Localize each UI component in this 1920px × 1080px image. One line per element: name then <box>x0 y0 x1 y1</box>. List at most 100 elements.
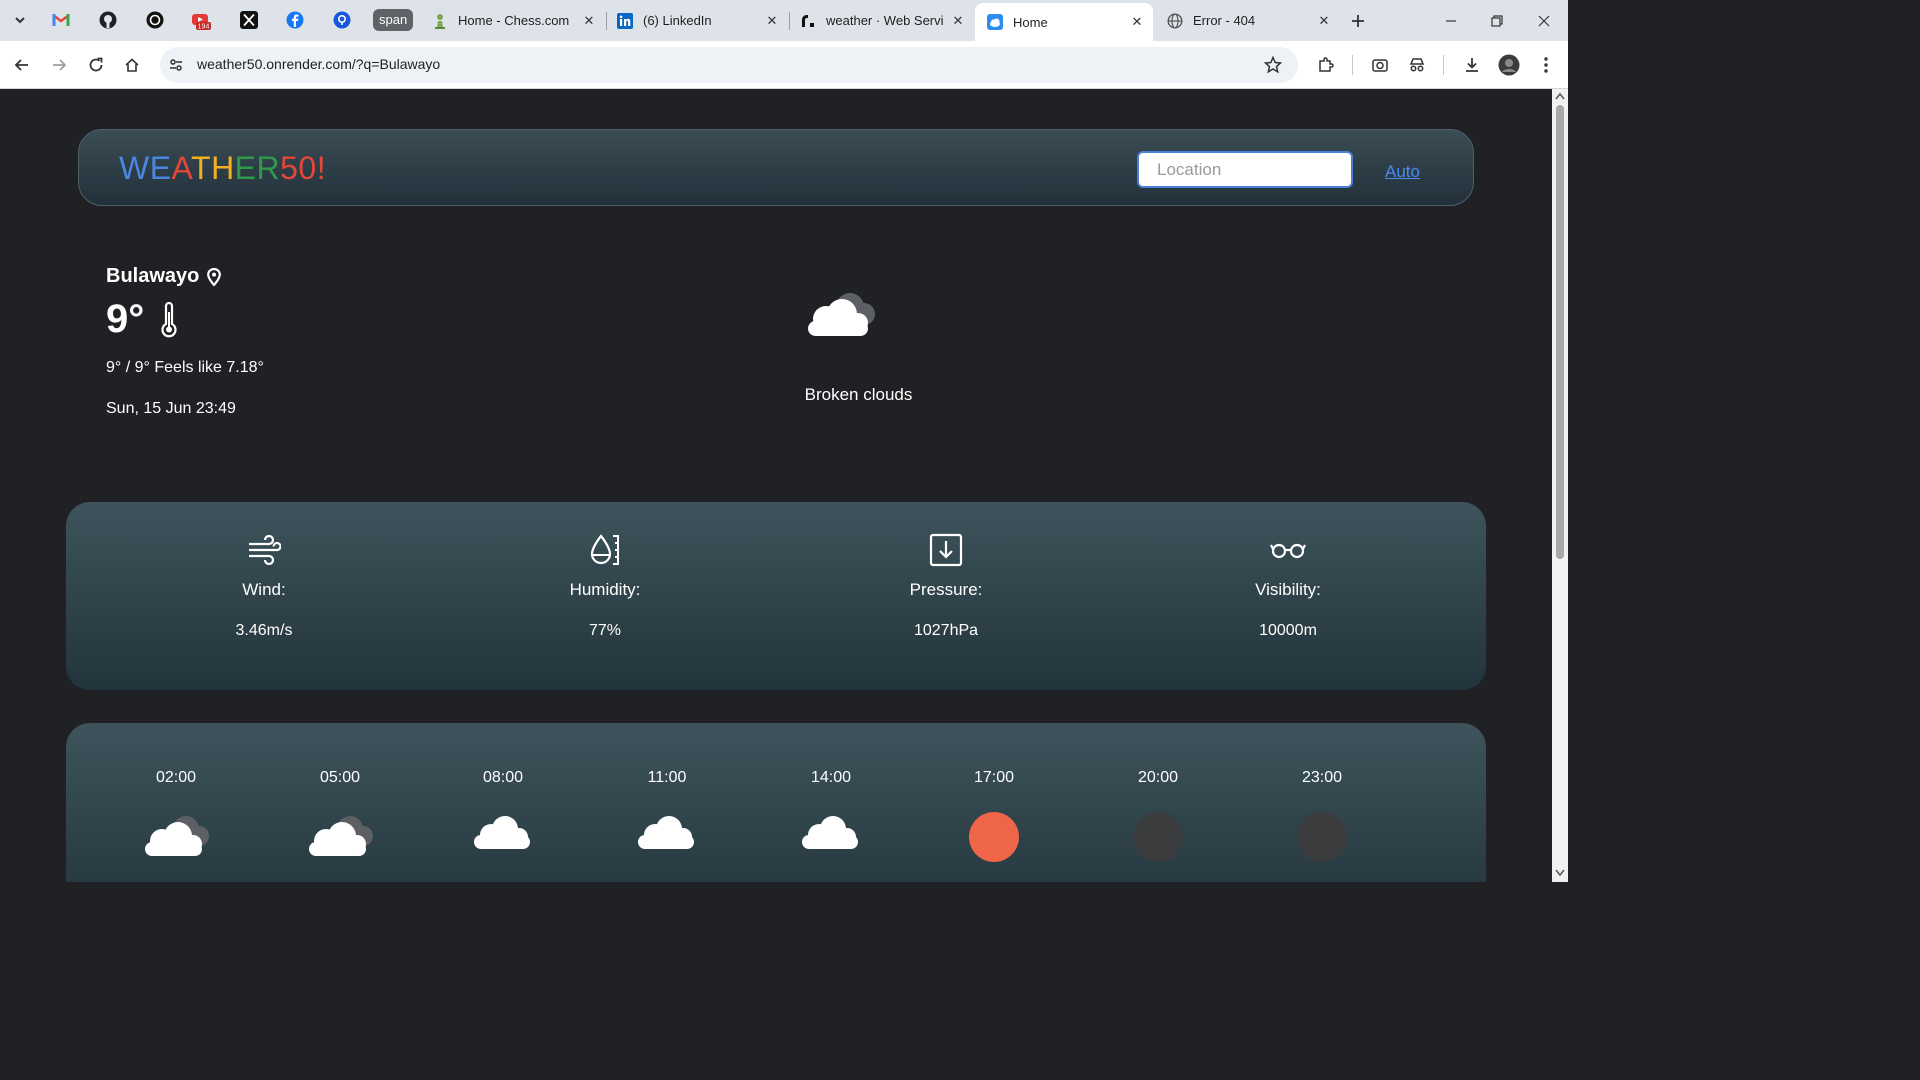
reload-icon <box>89 57 103 72</box>
hour-time: 14:00 <box>810 769 852 786</box>
hour-time: 02:00 <box>155 769 197 786</box>
moon-icon <box>1272 811 1372 871</box>
stat-value: 10000m <box>1259 622 1317 639</box>
close-icon[interactable]: ✕ <box>950 13 966 29</box>
cloud-icon <box>781 811 881 871</box>
pinned-tab-x[interactable] <box>238 9 260 31</box>
url-text: weather50.onrender.com/?q=Bulawayo <box>197 56 441 72</box>
city-row: Bulawayo <box>106 265 222 288</box>
arrow-right-icon <box>53 59 67 71</box>
restore-button[interactable] <box>1474 0 1520 41</box>
logo-letter: E <box>234 150 257 186</box>
stat-pressure: Pressure: 1027hPa <box>846 532 1046 640</box>
scroll-down-icon[interactable] <box>1555 869 1565 877</box>
hour-time: 17:00 <box>973 769 1015 786</box>
stat-humidity: Humidity: 77% <box>505 532 705 640</box>
incognito-icon <box>1409 58 1425 72</box>
pinned-tab-github[interactable] <box>97 9 119 31</box>
visibility-icon <box>1188 532 1388 568</box>
hour-item: 20:00 <box>1108 769 1208 871</box>
hour-time: 08:00 <box>482 769 524 786</box>
tab-title: (6) LinkedIn <box>643 13 712 28</box>
logo-letter: R <box>256 150 281 186</box>
pinned-tab-maps[interactable] <box>331 9 353 31</box>
tab-title: weather · Web Servi <box>826 13 944 28</box>
hour-time: 20:00 <box>1137 769 1179 786</box>
tab-title: Error - 404 <box>1193 13 1256 28</box>
browser-toolbar: weather50.onrender.com/?q=Bulawayo <box>0 41 1568 89</box>
city-name: Bulawayo <box>106 265 200 287</box>
tab-chess[interactable]: Home - Chess.com ✕ <box>420 4 605 37</box>
menu-button[interactable] <box>1532 51 1560 79</box>
address-bar[interactable]: weather50.onrender.com/?q=Bulawayo <box>160 47 1298 83</box>
extensions-button[interactable] <box>1312 51 1340 79</box>
tab-linkedin[interactable]: (6) LinkedIn ✕ <box>605 4 788 37</box>
pinned-tab-youtube[interactable]: 194 <box>190 9 212 31</box>
stat-wind: Wind: 3.46m/s <box>164 532 364 640</box>
globe-icon <box>1167 12 1183 29</box>
tab-title: Home - Chess.com <box>458 13 570 28</box>
site-logo[interactable]: WEATHER50! <box>119 150 326 187</box>
thermometer-icon <box>161 301 177 337</box>
logo-letter: ! <box>316 150 327 186</box>
auto-location-link[interactable]: Auto <box>1385 162 1420 182</box>
page-scrollbar[interactable] <box>1552 89 1568 882</box>
more-vertical-icon <box>1544 57 1548 73</box>
broken-clouds-icon <box>290 811 390 871</box>
youtube-icon: 194 <box>192 14 211 31</box>
minimize-button[interactable] <box>1428 0 1474 41</box>
pinned-tab-gmail[interactable] <box>50 9 72 31</box>
cloud-icon <box>453 811 553 871</box>
hour-item: 08:00 <box>453 769 553 871</box>
camera-icon <box>1372 59 1388 72</box>
pinned-tab-threads[interactable] <box>144 9 166 31</box>
close-icon[interactable]: ✕ <box>1316 13 1332 29</box>
facebook-icon <box>286 11 304 29</box>
close-icon[interactable]: ✕ <box>764 13 780 29</box>
stat-label: Pressure: <box>909 580 983 599</box>
cloud-icon <box>617 811 717 871</box>
broken-clouds-icon <box>126 811 226 871</box>
plus-icon <box>1352 15 1364 27</box>
home-button[interactable] <box>118 51 146 79</box>
downloads-button[interactable] <box>1458 51 1486 79</box>
new-tab-button[interactable] <box>1346 9 1370 33</box>
location-search-input[interactable] <box>1137 151 1353 188</box>
screenshot-button[interactable] <box>1366 51 1394 79</box>
hour-time: 11:00 <box>647 769 687 786</box>
incognito-button[interactable] <box>1403 51 1431 79</box>
hour-item: 14:00 <box>781 769 881 871</box>
stats-panel: Wind: 3.46m/s Humidity: 77% Pressure: 10… <box>66 502 1486 690</box>
close-icon <box>1538 15 1550 26</box>
page-content: WEATHER50! Auto Bulawayo 9° 9° / 9° Feel… <box>0 89 1552 882</box>
weather-favicon-icon <box>987 14 1003 30</box>
scrollbar-thumb[interactable] <box>1556 105 1564 559</box>
tab-error[interactable]: Error - 404 ✕ <box>1155 4 1340 37</box>
hour-item: 23:00 <box>1272 769 1372 871</box>
scroll-up-icon[interactable] <box>1555 92 1565 100</box>
back-button[interactable] <box>8 51 36 79</box>
close-icon[interactable]: ✕ <box>581 13 597 29</box>
tab-render[interactable]: weather · Web Servi ✕ <box>788 4 974 37</box>
close-window-button[interactable] <box>1521 0 1567 41</box>
stat-label: Wind: <box>242 580 286 599</box>
stat-value: 77% <box>588 622 622 639</box>
logo-letter: T <box>191 150 212 186</box>
logo-letter: H <box>211 150 235 186</box>
hour-item: 05:00 <box>290 769 390 871</box>
arrow-left-icon <box>14 59 28 71</box>
logo-letter: A <box>171 150 192 186</box>
current-temperature: 9° <box>106 297 145 341</box>
bookmark-star-icon[interactable] <box>1264 56 1282 74</box>
youtube-badge: 194 <box>198 24 210 31</box>
pinned-tab-facebook[interactable] <box>284 9 306 31</box>
profile-button[interactable] <box>1495 51 1523 79</box>
tab-search-button[interactable] <box>8 8 32 32</box>
close-icon[interactable]: ✕ <box>1129 14 1145 30</box>
site-settings-icon <box>170 59 182 71</box>
stat-visibility: Visibility: 10000m <box>1188 532 1388 640</box>
forward-button[interactable] <box>45 51 73 79</box>
tab-group-chip[interactable]: span <box>373 9 414 31</box>
tab-home-active[interactable]: Home ✕ <box>975 3 1153 41</box>
reload-button[interactable] <box>82 51 110 79</box>
